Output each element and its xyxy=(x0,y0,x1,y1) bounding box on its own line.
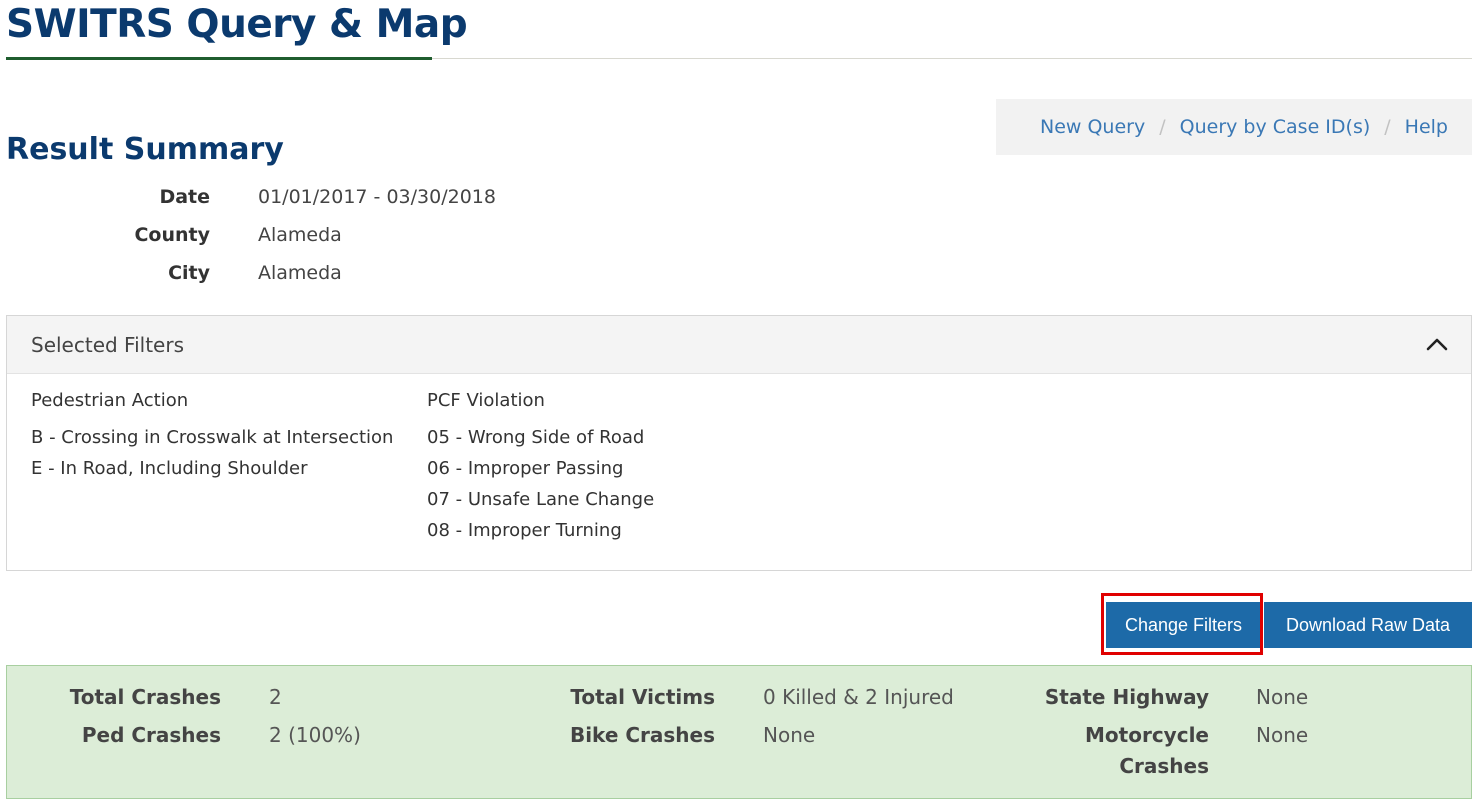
bike-crashes-label: Bike Crashes xyxy=(569,723,715,747)
filter-item: 08 - Improper Turning xyxy=(427,520,622,541)
filter-item: 05 - Wrong Side of Road xyxy=(427,427,645,448)
selected-filters-panel: Selected Filters Pedestrian Action B - C… xyxy=(6,315,1472,571)
summary-row-city: City Alameda xyxy=(0,262,600,294)
state-highway-value: None xyxy=(1256,685,1309,709)
breadcrumb: New Query / Query by Case ID(s) / Help xyxy=(996,99,1472,155)
breadcrumb-separator: / xyxy=(1384,116,1391,138)
filter-group-heading: Pedestrian Action xyxy=(31,390,189,411)
summary-row-county: County Alameda xyxy=(0,224,600,256)
breadcrumb-help-link[interactable]: Help xyxy=(1405,116,1448,138)
breadcrumb-separator: / xyxy=(1159,116,1166,138)
breadcrumb-new-query-link[interactable]: New Query xyxy=(1040,116,1145,138)
download-raw-data-button[interactable]: Download Raw Data xyxy=(1264,602,1472,648)
filter-group-pedestrian-action: Pedestrian Action B - Crossing in Crossw… xyxy=(31,390,393,489)
motorcycle-crashes-label: Motorcycle Crashes xyxy=(1085,720,1209,782)
filter-item: 06 - Improper Passing xyxy=(427,458,624,479)
summary-value: 01/01/2017 - 03/30/2018 xyxy=(258,186,496,208)
filter-group-pcf-violation: PCF Violation 05 - Wrong Side of Road 06… xyxy=(427,390,654,551)
summary-row-date: Date 01/01/2017 - 03/30/2018 xyxy=(0,186,600,218)
result-summary-title: Result Summary xyxy=(6,132,284,167)
filter-item: B - Crossing in Crosswalk at Intersectio… xyxy=(31,427,394,448)
chevron-up-icon[interactable] xyxy=(1425,333,1449,357)
filter-group-heading: PCF Violation xyxy=(427,390,545,411)
summary-label: County xyxy=(134,224,210,246)
ped-crashes-label: Ped Crashes xyxy=(81,723,221,747)
title-underline xyxy=(6,57,432,60)
motorcycle-crashes-value: None xyxy=(1256,723,1309,747)
ped-crashes-value: 2 (100%) xyxy=(269,723,361,747)
total-victims-label: Total Victims xyxy=(570,685,715,709)
motorcycle-label-line: Crashes xyxy=(1119,754,1209,778)
summary-value: Alameda xyxy=(258,224,342,246)
bike-crashes-value: None xyxy=(763,723,816,747)
summary-label: Date xyxy=(159,186,210,208)
total-crashes-value: 2 xyxy=(269,685,282,709)
breadcrumb-query-by-case-id-link[interactable]: Query by Case ID(s) xyxy=(1180,116,1371,138)
filter-item: 07 - Unsafe Lane Change xyxy=(427,489,655,510)
state-highway-label: State Highway xyxy=(1044,685,1209,709)
selected-filters-title: Selected Filters xyxy=(31,332,185,357)
total-crashes-label: Total Crashes xyxy=(69,685,221,709)
total-victims-value: 0 Killed & 2 Injured xyxy=(763,685,954,709)
app-title: SWITRS Query & Map xyxy=(6,2,468,47)
selected-filters-header[interactable]: Selected Filters xyxy=(7,316,1471,374)
highlight-box xyxy=(1101,593,1263,655)
motorcycle-label-line: Motorcycle xyxy=(1085,723,1209,747)
crash-stats-panel: Total Crashes 2 Ped Crashes 2 (100%) Tot… xyxy=(6,665,1472,799)
summary-value: Alameda xyxy=(258,262,342,284)
filter-item: E - In Road, Including Shoulder xyxy=(31,458,308,479)
summary-label: City xyxy=(168,262,210,284)
